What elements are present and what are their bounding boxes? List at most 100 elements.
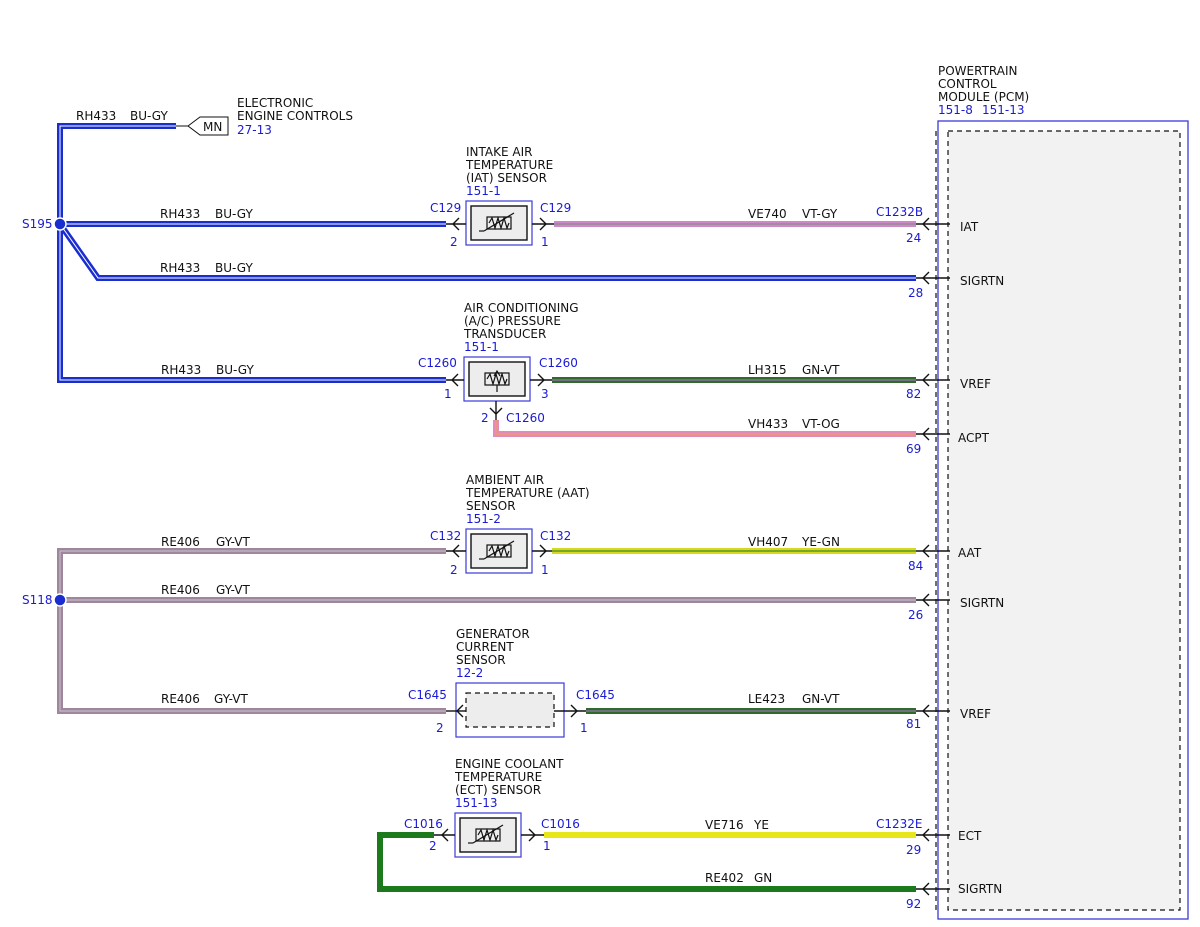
pin-iat-num: 24	[906, 231, 921, 245]
w5-circuit: LH315	[748, 363, 787, 377]
aat-ref[interactable]: 151-2	[466, 512, 501, 526]
iat-pin-right: 1	[541, 235, 549, 249]
splice-s195-dot	[53, 217, 67, 231]
gen-title-line2: CURRENT	[456, 640, 514, 654]
acp-pin-bottom: 2	[481, 411, 489, 425]
eec-box-label: MN	[203, 120, 222, 134]
pin-acpt-num: 69	[906, 442, 921, 456]
w1-circuit: RH433	[160, 207, 200, 221]
gen-pin-right: 1	[580, 721, 588, 735]
w9-circuit: RE406	[161, 583, 200, 597]
acp-title-line3: TRANSDUCER	[463, 327, 546, 341]
aat-pin-left: 2	[450, 563, 458, 577]
w9-color: GY-VT	[216, 583, 250, 597]
iat-title-line1: INTAKE AIR	[466, 145, 532, 159]
pin-vref1-num: 82	[906, 387, 921, 401]
w8-color: YE-GN	[801, 535, 840, 549]
splice-s118-label: S118	[22, 593, 53, 607]
iat-ref[interactable]: 151-1	[466, 184, 501, 198]
pin-vref1-label: VREF	[960, 377, 991, 391]
ect-conn-right: C1016	[541, 817, 580, 831]
aat-conn-right: C132	[540, 529, 571, 543]
acp-title-line2: (A/C) PRESSURE	[464, 314, 561, 328]
pin-iat-label: IAT	[960, 220, 979, 234]
iat-title-line2: TEMPERATURE	[465, 158, 553, 172]
ect-title-line2: TEMPERATURE	[454, 770, 542, 784]
wire-vh433	[493, 420, 916, 437]
acp-conn-bottom: C1260	[506, 411, 545, 425]
pcm-module-inner	[947, 130, 1181, 911]
generator-current-sensor: GENERATOR CURRENT SENSOR 12-2 C1645 C164…	[408, 627, 615, 738]
pin-sigrtn1-label: SIGRTN	[960, 274, 1004, 288]
w10-color: GY-VT	[214, 692, 248, 706]
gen-conn-left: C1645	[408, 688, 447, 702]
eec-ref[interactable]: 27-13	[237, 123, 272, 137]
iat-conn-right: C129	[540, 201, 571, 215]
aat-pin-right: 1	[541, 563, 549, 577]
pin-vref2-label: VREF	[960, 707, 991, 721]
eec-title-line1: ELECTRONIC	[237, 96, 313, 110]
w13-color: GN	[754, 871, 772, 885]
w13-circuit: RE402	[705, 871, 744, 885]
acp-pin-right: 3	[541, 387, 549, 401]
aat-conn-left: C132	[430, 529, 461, 543]
gen-ref[interactable]: 12-2	[456, 666, 483, 680]
w7-circuit: RE406	[161, 535, 200, 549]
ect-conn-left: C1016	[404, 817, 443, 831]
eec-wire-circuit: RH433	[76, 109, 116, 123]
pin-acpt-label: ACPT	[958, 431, 990, 445]
w2-circuit: RH433	[160, 261, 200, 275]
w12-color: YE	[753, 818, 769, 832]
ect-title-line1: ENGINE COOLANT	[455, 757, 564, 771]
pin-aat-num: 84	[908, 559, 923, 573]
ect-pin-right: 1	[543, 839, 551, 853]
pin-sigrtn3-label: SIGRTN	[958, 882, 1002, 896]
pin-vref2-num: 81	[906, 717, 921, 731]
ect-sensor: ENGINE COOLANT TEMPERATURE (ECT) SENSOR …	[404, 757, 580, 858]
pin-sigrtn1-num: 28	[908, 286, 923, 300]
pcm-title-line1: POWERTRAIN	[938, 64, 1018, 78]
w6-color: VT-OG	[802, 417, 840, 431]
w8-circuit: VH407	[748, 535, 788, 549]
splice-s118-dot	[53, 593, 67, 607]
acp-pin-left: 1	[444, 387, 452, 401]
w4-circuit: VE740	[748, 207, 787, 221]
ect-title-line3: (ECT) SENSOR	[455, 783, 541, 797]
w2-color: BU-GY	[215, 261, 253, 275]
pcm-module: POWERTRAIN CONTROL MODULE (PCM) 151-8 15…	[876, 64, 1189, 920]
eec-reference: MN ELECTRONIC ENGINE CONTROLS 27-13 RH43…	[76, 96, 353, 137]
pin-ect-label: ECT	[958, 829, 982, 843]
pin-sigrtn2-num: 26	[908, 608, 923, 622]
pcm-title-line3: MODULE (PCM)	[938, 90, 1029, 104]
acp-conn-right: C1260	[539, 356, 578, 370]
wiring-diagram: POWERTRAIN CONTROL MODULE (PCM) 151-8 15…	[22, 64, 1189, 920]
w1-color: BU-GY	[215, 207, 253, 221]
aat-title-line3: SENSOR	[466, 499, 516, 513]
acp-title-line1: AIR CONDITIONING	[464, 301, 579, 315]
w7-color: GY-VT	[216, 535, 250, 549]
w11-circuit: LE423	[748, 692, 785, 706]
w12-circuit: VE716	[705, 818, 744, 832]
acp-ref[interactable]: 151-1	[464, 340, 499, 354]
acp-transducer: AIR CONDITIONING (A/C) PRESSURE TRANSDUC…	[418, 301, 579, 425]
pcm-connector-bottom: C1232E	[876, 817, 923, 831]
eec-wire-color: BU-GY	[130, 109, 168, 123]
gen-title-line1: GENERATOR	[456, 627, 530, 641]
w6-circuit: VH433	[748, 417, 788, 431]
aat-sensor: AMBIENT AIR TEMPERATURE (AAT) SENSOR 151…	[430, 473, 590, 577]
acp-conn-left: C1260	[418, 356, 457, 370]
pcm-title-line2: CONTROL	[938, 77, 997, 91]
pcm-connector-top: C1232B	[876, 205, 923, 219]
splice-s195-label: S195	[22, 217, 53, 231]
gen-conn-right: C1645	[576, 688, 615, 702]
ect-ref[interactable]: 151-13	[455, 796, 498, 810]
pin-sigrtn2-label: SIGRTN	[960, 596, 1004, 610]
w3-circuit: RH433	[161, 363, 201, 377]
aat-title-line1: AMBIENT AIR	[466, 473, 544, 487]
aat-title-line2: TEMPERATURE (AAT)	[465, 486, 590, 500]
w4-color: VT-GY	[802, 207, 838, 221]
pcm-ref-1[interactable]: 151-8	[938, 103, 973, 117]
pcm-ref-2[interactable]: 151-13	[982, 103, 1025, 117]
ect-pin-left: 2	[429, 839, 437, 853]
w11-color: GN-VT	[802, 692, 840, 706]
